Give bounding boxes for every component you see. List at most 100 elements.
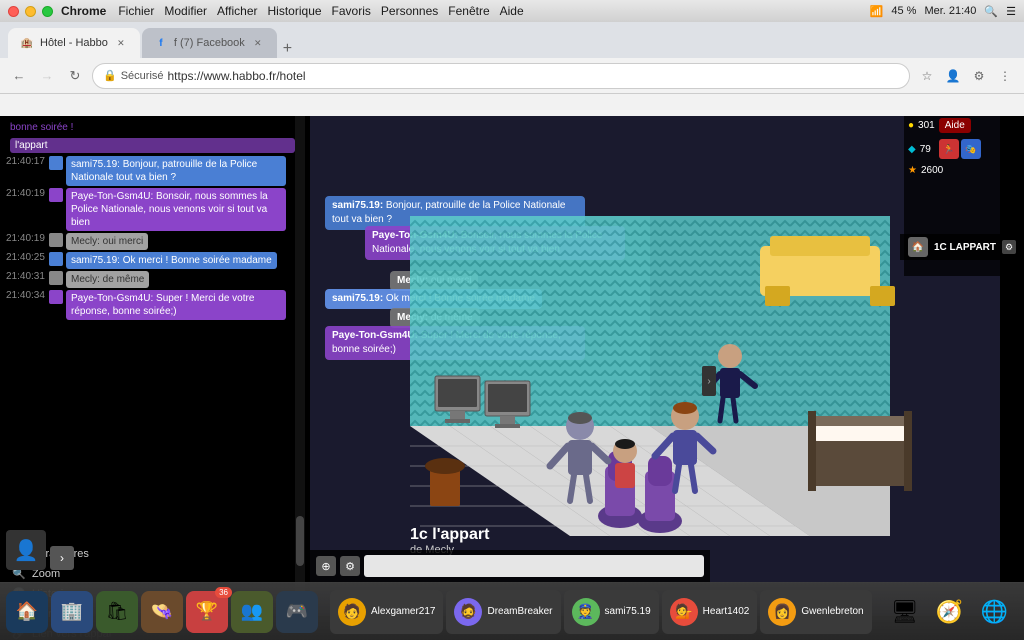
menu-favoris[interactable]: Favoris: [332, 4, 371, 18]
chat-text-6: Paye-Ton-Gsm4U: Super ! Merci de votre r…: [66, 290, 286, 320]
chat-msg-1: 21:40:17 sami75.19: Bonjour, patrouille …: [6, 156, 299, 186]
title-bar: Chrome Fichier Modifier Afficher Histori…: [0, 0, 1024, 22]
user-avatar-2: 🧔: [454, 598, 482, 626]
chat-msg-partial: bonne soirée !: [6, 120, 299, 135]
clock: Mer. 21:40: [924, 5, 976, 17]
tab-habbo[interactable]: 🏨 Hôtel - Habbo ✕: [8, 28, 140, 58]
user-avatar-5: 👩: [768, 598, 796, 626]
chat-messages: bonne soirée ! l'appart 21:40:17 sami75.…: [0, 116, 305, 324]
search-icon[interactable]: 🔍: [984, 5, 998, 18]
dock-finder[interactable]: 🖥: [884, 591, 926, 633]
game-container: bonne soirée ! l'appart 21:40:17 sami75.…: [0, 116, 1024, 640]
hud-action-icons: 🏃 🎭: [935, 137, 985, 161]
chat-time-4: 21:40:25: [6, 252, 46, 263]
user-card-3[interactable]: 👮 sami75.19: [564, 590, 659, 634]
dock-habbo-avatar[interactable]: 👒: [141, 591, 183, 633]
chat-avatar-6: [49, 290, 63, 304]
dock-chrome[interactable]: 🌐: [974, 591, 1016, 633]
chat-time-5: 21:40:31: [6, 271, 46, 282]
dock-habbo-friends[interactable]: 👥: [231, 591, 273, 633]
room-settings-btn[interactable]: ⚙: [1002, 240, 1016, 254]
hud-icon-blue[interactable]: 🎭: [961, 139, 981, 159]
tab-habbo-close[interactable]: ✕: [114, 36, 128, 50]
chat-text-4: sami75.19: Ok merci ! Bonne soirée madam…: [66, 252, 277, 269]
control-icon[interactable]: ☰: [1006, 5, 1016, 18]
dock-safari[interactable]: 🧭: [929, 591, 971, 633]
chat-time-3: 21:40:19: [6, 233, 46, 244]
forward-button[interactable]: →: [36, 65, 58, 87]
chrome-icon: 🌐: [981, 599, 1008, 625]
user-card-4[interactable]: 💁 Heart1402: [662, 590, 758, 634]
dock-habbo-home[interactable]: 🏠: [6, 591, 48, 633]
habbo-catalog-icon: 🛍: [106, 601, 129, 622]
new-tab-button[interactable]: +: [283, 40, 292, 58]
hud-duckets-row: ★ 2600: [904, 163, 1024, 178]
chat-msg-3: 21:40:19 Mecly: oui merci: [6, 233, 299, 250]
chat-avatar-1: [49, 156, 63, 170]
refresh-button[interactable]: ↻: [64, 65, 86, 87]
emoji-button[interactable]: ⊕: [316, 556, 336, 576]
menu-afficher[interactable]: Afficher: [217, 4, 257, 18]
extensions-button[interactable]: ⚙: [968, 65, 990, 87]
close-button[interactable]: [8, 6, 19, 17]
url-bar[interactable]: 🔒 Sécurisé https://www.habbo.fr/hotel: [92, 63, 910, 89]
menu-historique[interactable]: Historique: [268, 4, 322, 18]
chat-time-2: 21:40:19: [6, 188, 46, 199]
hud-coins-row: ● 301 Aide: [904, 116, 1024, 135]
chat-settings-btn[interactable]: ⚙: [340, 556, 360, 576]
tab-facebook-label: f (7) Facebook: [174, 37, 245, 49]
user-name-3: sami75.19: [605, 606, 651, 617]
user-name-1: Alexgamer217: [371, 606, 435, 617]
menu-fenetre[interactable]: Fenêtre: [448, 4, 489, 18]
hud-icon-red[interactable]: 🏃: [939, 139, 959, 159]
menu-aide[interactable]: Aide: [500, 4, 524, 18]
dock-habbo-catalog[interactable]: 🛍: [96, 591, 138, 633]
chat-msg-4: 21:40:25 sami75.19: Ok merci ! Bonne soi…: [6, 252, 299, 269]
user-card-5[interactable]: 👩 Gwenlebreton: [760, 590, 871, 634]
arrow-btn[interactable]: ›: [50, 546, 74, 570]
chat-time-1: 21:40:17: [6, 156, 46, 167]
chat-scrollbar[interactable]: [295, 116, 305, 606]
habbo-favicon: 🏨: [20, 36, 34, 50]
secure-label: Sécurisé: [121, 70, 164, 82]
ducts-icon: ★: [908, 165, 917, 176]
url-text: https://www.habbo.fr/hotel: [168, 69, 900, 83]
chat-scroll-thumb: [296, 516, 304, 566]
coin-icon: ●: [908, 120, 914, 131]
habbo-badge-icon: 🏆: [196, 601, 218, 622]
maximize-button[interactable]: [42, 6, 53, 17]
dock-maps[interactable]: 🗺: [1019, 591, 1024, 633]
menu-modifier[interactable]: Modifier: [164, 4, 207, 18]
room-svg: [330, 156, 970, 586]
dock-habbo-room[interactable]: 🏢: [51, 591, 93, 633]
menu-personnes[interactable]: Personnes: [381, 4, 438, 18]
minimize-button[interactable]: [25, 6, 36, 17]
app-name: Chrome: [61, 4, 106, 18]
user-card-1[interactable]: 🧑 Alexgamer217: [330, 590, 443, 634]
dock-habbo-extra[interactable]: 🎮: [276, 591, 318, 633]
player-avatar[interactable]: 👤: [6, 530, 46, 570]
diamond-count: 79: [920, 144, 931, 155]
facebook-favicon: f: [154, 36, 168, 50]
habbo-room-icon: 🏢: [61, 601, 83, 622]
bookmark-button[interactable]: ☆: [916, 65, 938, 87]
chat-text-5: Mecly: de même: [66, 271, 149, 288]
aide-button[interactable]: Aide: [939, 118, 971, 133]
user-avatar-3: 👮: [572, 598, 600, 626]
dock-habbo-badge[interactable]: 🏆 36: [186, 591, 228, 633]
room-title: 1c l'appart: [410, 526, 489, 544]
menu-right: 📶 45 % Mer. 21:40 🔍 ☰: [870, 5, 1016, 18]
menu-button[interactable]: ⋮: [994, 65, 1016, 87]
panel-collapse-btn[interactable]: ›: [702, 366, 716, 396]
coin-count: 301: [918, 120, 935, 131]
tab-facebook-close[interactable]: ✕: [251, 36, 265, 50]
chat-text-2: Paye-Ton-Gsm4U: Bonsoir, nous sommes la …: [66, 188, 286, 231]
profile-button[interactable]: 👤: [942, 65, 964, 87]
tab-facebook[interactable]: f f (7) Facebook ✕: [142, 28, 277, 58]
menu-fichier[interactable]: Fichier: [118, 4, 154, 18]
back-button[interactable]: ←: [8, 65, 30, 87]
habbo-avatar-icon: 👒: [151, 601, 173, 622]
chat-msg-6: 21:40:34 Paye-Ton-Gsm4U: Super ! Merci d…: [6, 290, 299, 320]
chat-input[interactable]: [364, 555, 704, 577]
user-card-2[interactable]: 🧔 DreamBreaker: [446, 590, 560, 634]
